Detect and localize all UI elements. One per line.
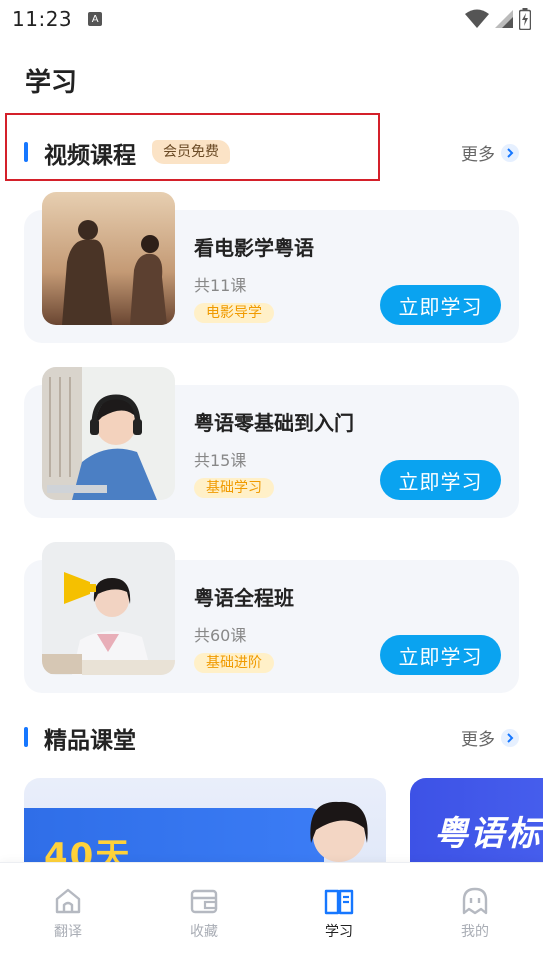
tab-favorites[interactable]: 收藏 — [164, 885, 244, 945]
start-study-button[interactable]: 立即学习 — [380, 460, 501, 500]
banner-text: 40天 — [44, 836, 132, 862]
ghost-icon — [462, 887, 488, 915]
signal-icon — [495, 10, 513, 28]
wallet-icon — [190, 889, 218, 914]
more-label: 更多 — [461, 730, 495, 750]
premium-banner-carousel[interactable]: 40天 粤语标 — [0, 778, 543, 862]
lesson-count: 共60课 — [194, 626, 247, 645]
status-bar: 11:23 A — [0, 0, 543, 38]
tab-profile[interactable]: 我的 — [435, 885, 515, 945]
premium-more-link[interactable]: 更多 — [461, 725, 519, 750]
status-icons — [465, 8, 531, 30]
chevron-right-icon — [501, 143, 519, 162]
course-card[interactable]: 粤语零基础到入门 共15课 基础学习 立即学习 — [24, 367, 519, 518]
course-thumbnail — [42, 542, 175, 675]
course-card[interactable]: 看电影学粤语 共11课 电影导学 立即学习 — [24, 192, 519, 343]
book-icon — [324, 889, 354, 915]
premium-banner[interactable]: 40天 — [24, 778, 386, 862]
bottom-tab-bar: 翻译 收藏 学习 我的 — [0, 862, 543, 967]
home-icon — [55, 888, 81, 914]
lesson-count: 共11课 — [194, 276, 247, 295]
more-label: 更多 — [461, 145, 495, 165]
course-title: 看电影学粤语 — [194, 236, 314, 260]
start-study-button[interactable]: 立即学习 — [380, 285, 501, 325]
highlight-box — [5, 113, 380, 181]
course-thumbnail — [42, 367, 175, 500]
premium-section-title: 精品课堂 — [44, 728, 136, 754]
course-tag: 电影导学 — [194, 303, 274, 323]
tab-study[interactable]: 学习 — [299, 885, 379, 945]
course-title: 粤语全程班 — [194, 586, 294, 610]
premium-section-header: 精品课堂 更多 — [0, 717, 543, 757]
tab-label: 我的 — [461, 924, 489, 940]
start-study-button[interactable]: 立即学习 — [380, 635, 501, 675]
course-card[interactable]: 粤语全程班 共60课 基础进阶 立即学习 — [24, 542, 519, 693]
tab-translate[interactable]: 翻译 — [28, 885, 108, 945]
battery-icon — [519, 8, 531, 30]
lesson-count: 共15课 — [194, 451, 247, 470]
course-tag: 基础进阶 — [194, 653, 274, 673]
wifi-icon — [465, 9, 489, 28]
notification-icon: A — [88, 12, 103, 26]
tab-label: 收藏 — [190, 924, 218, 940]
video-more-link[interactable]: 更多 — [461, 140, 519, 165]
chevron-right-icon — [501, 728, 519, 747]
course-thumbnail — [42, 192, 175, 325]
teacher-photo — [310, 801, 368, 862]
tab-label: 学习 — [325, 924, 353, 940]
premium-banner[interactable]: 粤语标 — [410, 778, 543, 862]
section-accent-bar — [24, 727, 28, 747]
page-title: 学习 — [25, 68, 78, 98]
tab-label: 翻译 — [54, 924, 82, 940]
course-tag: 基础学习 — [194, 478, 274, 498]
banner-text: 粤语标 — [434, 814, 542, 854]
status-time: 11:23 — [12, 7, 73, 31]
course-title: 粤语零基础到入门 — [194, 411, 354, 435]
